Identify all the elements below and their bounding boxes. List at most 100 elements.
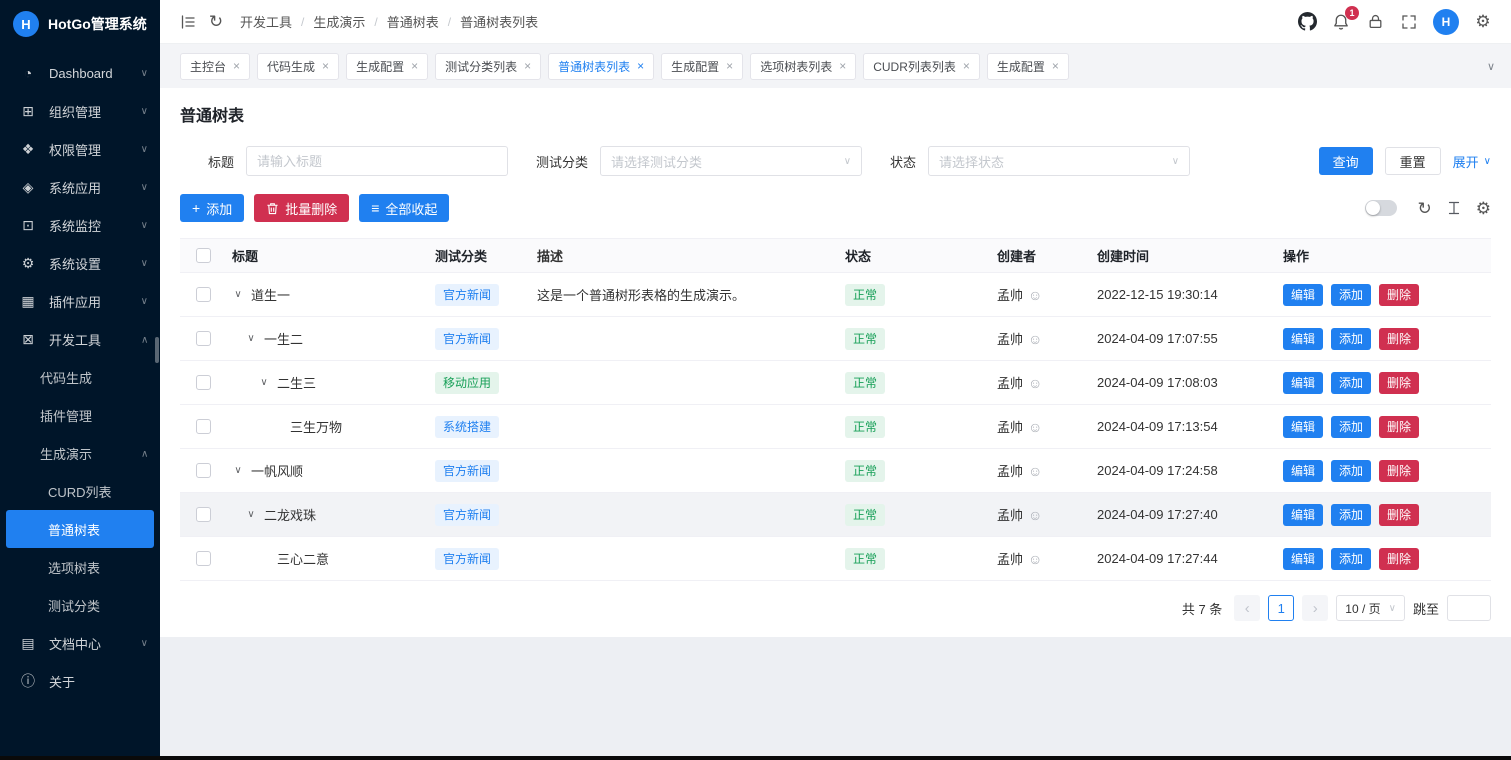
delete-row-button[interactable]: 删除 [1379, 504, 1419, 526]
row-checkbox[interactable] [196, 507, 211, 522]
next-page-button[interactable]: › [1302, 595, 1328, 621]
tree-expand-icon[interactable]: ∨ [258, 377, 270, 388]
jump-page-input[interactable] [1447, 595, 1491, 621]
row-checkbox[interactable] [196, 375, 211, 390]
row-checkbox[interactable] [196, 419, 211, 434]
notifications-button[interactable]: 1 [1327, 8, 1355, 36]
add-row-button[interactable]: 添加 [1331, 328, 1371, 350]
edit-row-button[interactable]: 编辑 [1283, 460, 1323, 482]
row-checkbox[interactable] [196, 463, 211, 478]
tab-CUDR列表列表[interactable]: CUDR列表列表× [863, 53, 980, 80]
close-icon[interactable]: × [839, 60, 846, 72]
page-number-button[interactable]: 1 [1268, 595, 1294, 621]
breadcrumb-item[interactable]: 普通树表列表 [460, 12, 538, 31]
sidebar-item-系统监控[interactable]: ⊡系统监控∨ [0, 206, 160, 244]
delete-row-button[interactable]: 删除 [1379, 372, 1419, 394]
tab-生成配置[interactable]: 生成配置× [987, 53, 1069, 80]
close-icon[interactable]: × [524, 60, 531, 72]
breadcrumb-item[interactable]: 生成演示 [313, 12, 365, 31]
tab-测试分类列表[interactable]: 测试分类列表× [435, 53, 541, 80]
column-settings-button[interactable]: ⚙ [1476, 200, 1491, 217]
sidebar-item-插件应用[interactable]: ▦插件应用∨ [0, 282, 160, 320]
sidebar-item-关于[interactable]: ⓘ关于 [0, 662, 160, 700]
close-icon[interactable]: × [1052, 60, 1059, 72]
refresh-button[interactable]: ↻ [202, 8, 230, 36]
status-filter-select[interactable]: 请选择状态 ∨ [928, 146, 1190, 176]
close-icon[interactable]: × [726, 60, 733, 72]
sidebar-item-系统应用[interactable]: ◈系统应用∨ [0, 168, 160, 206]
breadcrumb-item[interactable]: 开发工具 [240, 12, 292, 31]
add-row-button[interactable]: 添加 [1331, 284, 1371, 306]
add-row-button[interactable]: 添加 [1331, 372, 1371, 394]
delete-row-button[interactable]: 删除 [1379, 548, 1419, 570]
collapse-all-button[interactable]: ≡ 全部收起 [359, 194, 449, 222]
close-icon[interactable]: × [233, 60, 240, 72]
add-row-button[interactable]: 添加 [1331, 416, 1371, 438]
sidebar-collapse-button[interactable] [174, 8, 202, 36]
sidebar-item-开发工具[interactable]: ⊠开发工具∨ [0, 320, 160, 358]
github-button[interactable] [1293, 8, 1321, 36]
close-icon[interactable]: × [963, 60, 970, 72]
edit-row-button[interactable]: 编辑 [1283, 372, 1323, 394]
sidebar-item-插件管理[interactable]: 插件管理 [0, 396, 160, 434]
sidebar-item-组织管理[interactable]: ⊞组织管理∨ [0, 92, 160, 130]
sidebar-item-Dashboard[interactable]: ◔Dashboard∨ [0, 54, 160, 92]
prev-page-button[interactable]: ‹ [1234, 595, 1260, 621]
edit-row-button[interactable]: 编辑 [1283, 416, 1323, 438]
select-all-checkbox[interactable] [196, 248, 211, 263]
close-icon[interactable]: × [411, 60, 418, 72]
sidebar-item-普通树表[interactable]: 普通树表 [6, 510, 154, 548]
sidebar-item-代码生成[interactable]: 代码生成 [0, 358, 160, 396]
close-icon[interactable]: × [322, 60, 329, 72]
edit-row-button[interactable]: 编辑 [1283, 284, 1323, 306]
tabs-chevron-down-icon[interactable]: ∨ [1487, 60, 1495, 73]
tab-代码生成[interactable]: 代码生成× [257, 53, 339, 80]
delete-row-button[interactable]: 删除 [1379, 416, 1419, 438]
delete-row-button[interactable]: 删除 [1379, 284, 1419, 306]
striped-toggle[interactable] [1365, 200, 1397, 216]
page-size-select[interactable]: 10 / 页 ∨ [1336, 595, 1405, 621]
lock-screen-button[interactable] [1361, 8, 1389, 36]
table-refresh-button[interactable]: ↻ [1418, 200, 1432, 217]
title-filter-input[interactable] [246, 146, 508, 176]
batch-delete-button[interactable]: 批量删除 [254, 194, 349, 222]
row-height-button[interactable] [1447, 201, 1461, 215]
sidebar-item-生成演示[interactable]: 生成演示∨ [0, 434, 160, 472]
sidebar-item-选项树表[interactable]: 选项树表 [0, 548, 160, 586]
add-row-button[interactable]: 添加 [1331, 548, 1371, 570]
add-button[interactable]: + 添加 [180, 194, 244, 222]
sidebar-scrollbar[interactable] [155, 337, 159, 363]
tree-expand-icon[interactable]: ∨ [232, 289, 244, 300]
row-checkbox[interactable] [196, 331, 211, 346]
tab-普通树表列表[interactable]: 普通树表列表× [548, 53, 654, 80]
tab-生成配置[interactable]: 生成配置× [346, 53, 428, 80]
row-checkbox[interactable] [196, 287, 211, 302]
sidebar-item-CURD列表[interactable]: CURD列表 [0, 472, 160, 510]
reset-button[interactable]: 重置 [1385, 147, 1441, 175]
tree-expand-icon[interactable]: ∨ [245, 509, 257, 520]
category-filter-select[interactable]: 请选择测试分类 ∨ [600, 146, 862, 176]
edit-row-button[interactable]: 编辑 [1283, 504, 1323, 526]
add-row-button[interactable]: 添加 [1331, 504, 1371, 526]
edit-row-button[interactable]: 编辑 [1283, 548, 1323, 570]
tab-主控台[interactable]: 主控台× [180, 53, 250, 80]
breadcrumb-item[interactable]: 普通树表 [387, 12, 439, 31]
search-button[interactable]: 查询 [1319, 147, 1373, 175]
delete-row-button[interactable]: 删除 [1379, 460, 1419, 482]
tree-expand-icon[interactable]: ∨ [245, 333, 257, 344]
delete-row-button[interactable]: 删除 [1379, 328, 1419, 350]
expand-filters-link[interactable]: 展开 ∨ [1453, 152, 1491, 171]
sidebar-item-权限管理[interactable]: ❖权限管理∨ [0, 130, 160, 168]
edit-row-button[interactable]: 编辑 [1283, 328, 1323, 350]
row-checkbox[interactable] [196, 551, 211, 566]
close-icon[interactable]: × [637, 60, 644, 72]
tree-expand-icon[interactable]: ∨ [232, 465, 244, 476]
sidebar-item-系统设置[interactable]: ⚙系统设置∨ [0, 244, 160, 282]
fullscreen-button[interactable] [1395, 8, 1423, 36]
tab-选项树表列表[interactable]: 选项树表列表× [750, 53, 856, 80]
user-avatar[interactable]: H [1433, 9, 1459, 35]
settings-button[interactable]: ⚙ [1469, 8, 1497, 36]
sidebar-item-文档中心[interactable]: ▤文档中心∨ [0, 624, 160, 662]
sidebar-item-测试分类[interactable]: 测试分类 [0, 586, 160, 624]
tab-生成配置[interactable]: 生成配置× [661, 53, 743, 80]
